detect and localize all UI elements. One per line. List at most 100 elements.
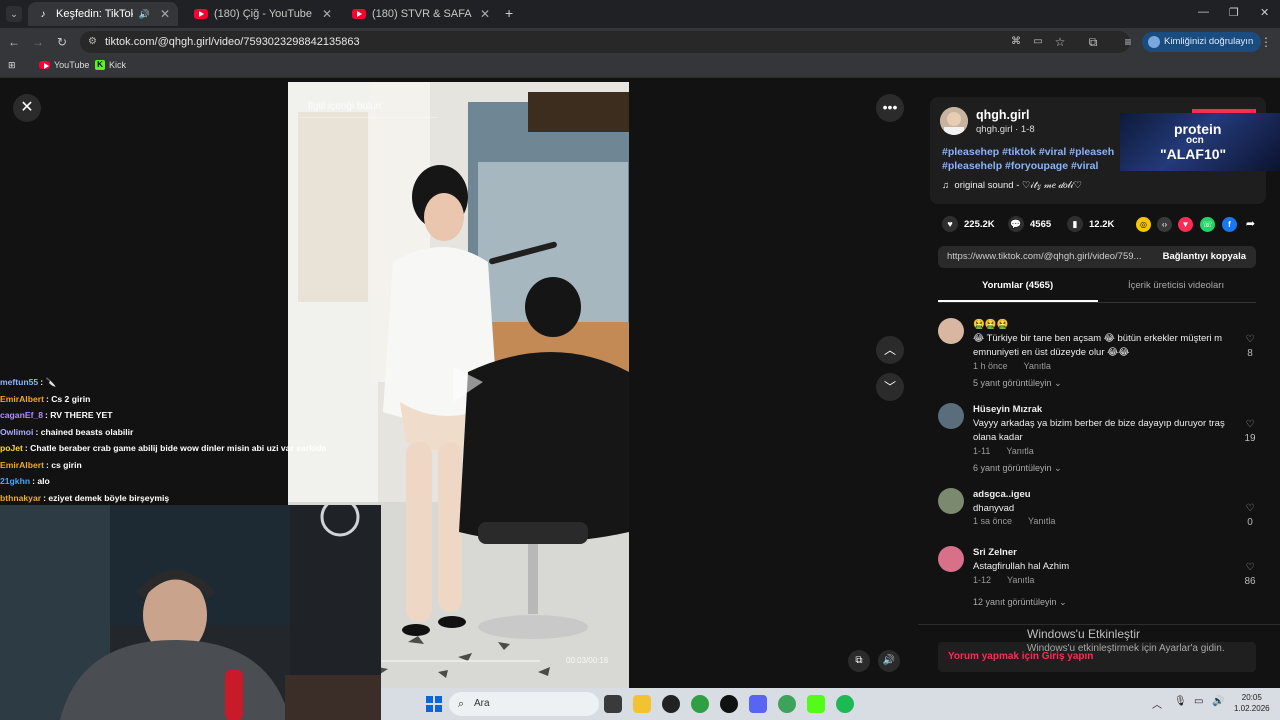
heart-outline-icon: ♡ [1245,562,1255,573]
comment-like-button[interactable]: ♡ 19 [1240,419,1260,444]
comment-avatar[interactable] [938,488,964,514]
embed-icon[interactable]: ‹› [1157,217,1172,232]
creator-avatar[interactable] [940,107,968,135]
windows-start-icon[interactable] [426,696,442,712]
reload-icon[interactable]: ↻ [54,34,70,50]
chevron-down-icon: ⌄ [1054,463,1062,473]
comment-author[interactable]: Hüseyin Mızrak [973,404,1042,415]
volume-button[interactable]: 🔊 [878,650,900,672]
next-video-button[interactable]: ﹀ [876,373,904,401]
bookmark-youtube[interactable]: YouTube [39,60,89,70]
network-icon[interactable]: ▭ [1194,696,1203,707]
browser-toolbar: ← → ↻ ⚙ tiktok.com/@qhgh.girl/video/7593… [0,28,1280,56]
view-replies-button[interactable]: 12 yanıt görüntüleyin ⌄ [973,597,1067,608]
comment-text: 😂 Türkiye bir tane ben açsam 😂 bütün erk… [973,333,1223,358]
bookmarks-bar: ⊞ YouTube K Kick [0,56,1280,78]
address-bar[interactable]: ⚙ tiktok.com/@qhgh.girl/video/7593023298… [80,31,1130,53]
comment-like-button[interactable]: ♡ 86 [1240,562,1260,587]
verify-identity-button[interactable]: Kimliğinizi doğrulayın [1142,32,1262,52]
app-icon[interactable] [662,695,680,713]
tab-comments[interactable]: Yorumlar (4565) [982,280,1053,291]
new-tab-icon[interactable]: + [505,5,513,21]
comment-meta: 1 sa önce Yanıtla [973,516,1055,526]
share-arrow-icon[interactable]: ➦ [1243,217,1258,232]
stream-chat-overlay: meftun55: 🔪 EmirAlbert: Cs 2 girin cagan… [0,374,330,506]
tab-tiktok[interactable]: ♪ Keşfedin: TikTok'ta favori vi 🔊 ✕ [28,2,178,26]
view-replies-button[interactable]: 5 yanıt görüntüleyin ⌄ [973,378,1062,389]
minimize-icon[interactable]: — [1198,6,1209,18]
site-info-icon[interactable]: ⚙ [88,31,97,53]
comment-avatar[interactable] [938,546,964,572]
tray-chevron-icon[interactable]: ︿ [1152,696,1162,711]
facebook-icon[interactable]: f [1222,217,1237,232]
speaker-icon[interactable]: 🔊 [139,9,150,20]
tab-youtube-cig[interactable]: (180) Çiğ - YouTube ✕ [186,2,340,26]
extensions-icon[interactable]: ⧉ [1085,34,1101,50]
view-replies-button[interactable]: 6 yanıt görüntüleyin ⌄ [973,463,1062,474]
tab-search-icon[interactable]: ⌄ [6,6,22,22]
copy-link-button[interactable]: Bağlantıyı kopyala [1152,246,1256,268]
menu-kebab-icon[interactable]: ⋮ [1258,34,1274,50]
browser-icon[interactable] [778,695,796,713]
comment-avatar[interactable] [938,403,964,429]
more-options-button[interactable]: ••• [876,94,904,122]
chatgpt-icon[interactable] [720,695,738,713]
translate-icon[interactable]: ⌘ [1008,34,1024,50]
file-explorer-icon[interactable] [633,695,651,713]
bookmark-star-icon[interactable]: ☆ [1052,34,1068,50]
tab-youtube-stvr[interactable]: (180) STVR & SAFA - Denk Değ ✕ [344,2,498,26]
creator-username[interactable]: qhgh.girl [976,108,1029,122]
kick-app-icon[interactable] [807,695,825,713]
hashtags-line-1[interactable]: #pleasehep #tiktok #viral #pleaseh [942,146,1114,158]
video-progress-bar[interactable] [380,660,540,662]
comment-text: Vayyy arkadaş ya bizim berber de bize da… [973,418,1225,443]
save-count[interactable]: ▮ 12.2K [1067,216,1114,232]
close-icon[interactable]: ✕ [160,7,170,21]
reply-button[interactable]: Yanıtla [1028,516,1055,526]
sound-row[interactable]: ♫ original sound - ♡𝒾𝓉𝓏 𝓂𝑒 𝒹𝑜𝓁𝒾♡ [942,180,1082,191]
chat-message: EmirAlbert: Cs 2 girin [0,393,91,404]
kick-icon: K [95,60,105,70]
hashtags-line-2[interactable]: #pleasehelp #foryoupage #viral [942,160,1098,172]
comment-like-button[interactable]: ♡ 8 [1240,334,1260,359]
microphone-icon[interactable]: 🎙 [1174,696,1187,707]
coin-share-icon[interactable]: ◎ [1136,217,1151,232]
comment-like-button[interactable]: ♡ 0 [1240,503,1260,528]
bookmark-kick[interactable]: K Kick [95,60,126,70]
window-close-icon[interactable]: ✕ [1260,6,1269,19]
reading-list-icon[interactable]: ≡ [1120,34,1136,50]
close-icon[interactable]: ✕ [480,7,490,21]
mini-player-button[interactable]: ⧉ [848,650,870,672]
taskbar-clock[interactable]: 20:05 1.02.2026 [1234,692,1270,714]
comment-count[interactable]: 💬 4565 [1008,216,1051,232]
speaker-icon[interactable]: 🔊 [1212,696,1224,707]
comment-author[interactable]: 🤮🤮🤮 [973,319,1009,330]
stream-ad-banner: protein ocn "ALAF10" [1120,113,1280,171]
task-view-icon[interactable] [604,695,622,713]
back-icon[interactable]: ← [6,34,22,50]
comment-meta: 1 h önce Yanıtla [973,361,1051,371]
chat-user: bthnakyar [0,492,42,503]
spotify-icon[interactable] [836,695,854,713]
comment-author[interactable]: adsgca..igeu [973,489,1031,500]
like-count[interactable]: ♥ 225.2K [942,216,995,232]
related-search-input[interactable]: İlgili içeriği bulun [298,96,438,118]
apps-grid-icon[interactable]: ⊞ [8,60,16,71]
discord-icon[interactable] [749,695,767,713]
tab-creator-videos[interactable]: İçerik üreticisi videoları [1128,280,1224,291]
previous-video-button[interactable]: ︿ [876,336,904,364]
reply-button[interactable]: Yanıtla [1007,575,1034,585]
taskbar-search[interactable]: ⌕ Ara [449,692,599,716]
send-icon[interactable]: ▼ [1178,217,1193,232]
close-icon[interactable]: ✕ [322,7,332,21]
chrome-icon[interactable] [691,695,709,713]
whatsapp-icon[interactable]: ☏ [1200,217,1215,232]
forward-icon[interactable]: → [30,34,46,50]
close-video-button[interactable]: ✕ [13,94,41,122]
comment-avatar[interactable] [938,318,964,344]
reply-button[interactable]: Yanıtla [1006,446,1033,456]
comment-author[interactable]: Sri Zelner [973,547,1017,558]
cast-icon[interactable]: ▭ [1030,34,1046,50]
reply-button[interactable]: Yanıtla [1024,361,1051,371]
restore-icon[interactable]: ❐ [1229,6,1239,19]
